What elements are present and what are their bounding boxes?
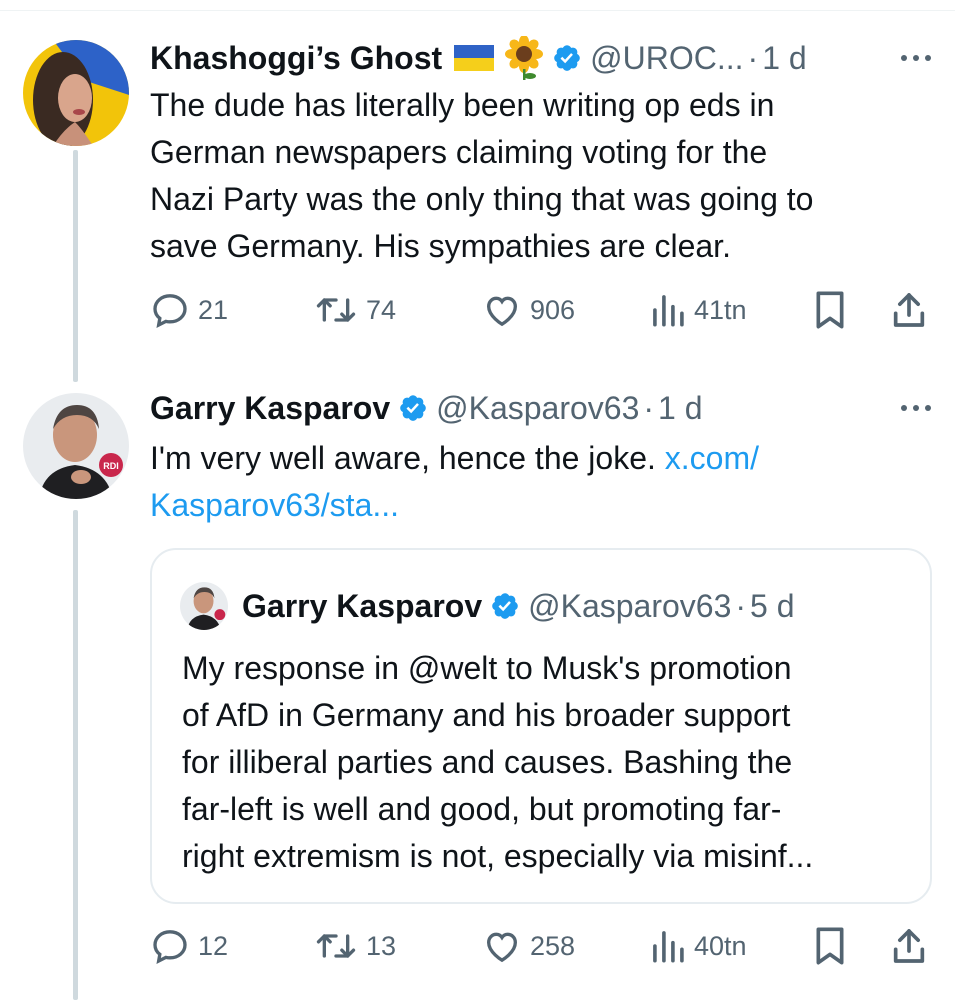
- avatar-badge: RDI: [103, 461, 119, 471]
- repost-icon: [316, 934, 356, 958]
- like-icon: [486, 296, 518, 327]
- timestamp[interactable]: 1 d: [762, 40, 806, 77]
- text-line: My response in @welt to Musk's promotion: [182, 650, 792, 686]
- verified-icon: [490, 591, 520, 621]
- share-button[interactable]: [890, 288, 928, 332]
- text-line: Nazi Party was the only thing that was g…: [150, 181, 814, 217]
- views-count: 41tn: [694, 294, 747, 325]
- repost-button[interactable]: 74: [314, 288, 396, 332]
- thread-line: [73, 510, 78, 1000]
- quote-avatar: [180, 582, 228, 630]
- verified-icon: [552, 43, 582, 73]
- reply-icon: [153, 930, 187, 965]
- quote-tweet-card[interactable]: Garry Kasparov @Kasparov63 · 5 d My resp…: [150, 548, 932, 904]
- more-icon[interactable]: [901, 55, 931, 61]
- like-count: 906: [530, 294, 576, 325]
- reply-count: 12: [198, 930, 229, 961]
- text-line: save Germany. His sympathies are clear.: [150, 228, 731, 264]
- separator-dot: ·: [747, 39, 759, 76]
- author-name[interactable]: Khashoggi’s Ghost: [150, 40, 442, 77]
- like-count: 258: [530, 930, 576, 961]
- repost-count: 13: [366, 930, 397, 961]
- quote-author-handle: @Kasparov63: [528, 587, 732, 624]
- avatar[interactable]: [23, 40, 129, 146]
- tweet-link[interactable]: Kasparov63/sta...: [150, 482, 759, 529]
- author-name[interactable]: Garry Kasparov: [150, 390, 390, 427]
- verified-icon: [398, 393, 428, 423]
- reply-count: 21: [198, 294, 229, 325]
- text-line: right extremism is not, especially via m…: [182, 838, 814, 874]
- reply-icon: [153, 294, 187, 329]
- thread-line: [73, 150, 78, 382]
- quote-author-name: Garry Kasparov: [242, 587, 483, 624]
- author-handle[interactable]: @Kasparov63: [436, 390, 639, 427]
- reply-button[interactable]: 12: [150, 924, 228, 968]
- views-button[interactable]: 40tn: [650, 924, 747, 968]
- views-count: 40tn: [694, 930, 747, 961]
- action-bar: 21 74 906 41tn: [150, 288, 930, 332]
- ukraine-flag-icon: [454, 45, 495, 71]
- views-button[interactable]: 41tn: [650, 288, 747, 332]
- tweet-link[interactable]: x.com/: [665, 440, 759, 476]
- share-icon: [893, 929, 925, 963]
- repost-icon: [316, 298, 356, 322]
- share-icon: [893, 293, 925, 327]
- bookmark-icon: [816, 291, 844, 329]
- tweet-text: I'm very well aware, hence the joke. x.c…: [150, 435, 759, 529]
- separator-dot: ·: [643, 389, 655, 426]
- text-plain: I'm very well aware, hence the joke.: [150, 440, 665, 476]
- tweet-header: Khashoggi’s Ghost @UROC... · 1 d: [150, 36, 807, 80]
- quote-text: My response in @welt to Musk's promotion…: [182, 645, 813, 880]
- bookmark-icon: [816, 927, 844, 965]
- text-line: German newspapers claiming voting for th…: [150, 134, 768, 170]
- bookmark-button[interactable]: [812, 924, 848, 968]
- separator-dot: ·: [735, 587, 747, 624]
- reply-button[interactable]: 21: [150, 288, 228, 332]
- bookmark-button[interactable]: [812, 288, 848, 332]
- text-line: for illiberal parties and causes. Bashin…: [182, 744, 793, 780]
- text-line: far-left is well and good, but promoting…: [182, 791, 782, 827]
- share-button[interactable]: [890, 924, 928, 968]
- avatar[interactable]: RDI: [23, 393, 129, 499]
- author-handle[interactable]: @UROC...: [590, 40, 743, 77]
- text-line: I'm very well aware, hence the joke. x.c…: [150, 435, 759, 482]
- sunflower-icon: [504, 36, 544, 80]
- action-bar: 12 13 258 40tn: [150, 924, 930, 968]
- repost-count: 74: [366, 294, 397, 325]
- like-icon: [486, 932, 518, 963]
- more-icon[interactable]: [901, 405, 931, 411]
- like-button[interactable]: 906: [482, 288, 575, 332]
- text-line: The dude has literally been writing op e…: [150, 87, 775, 123]
- quote-timestamp: 5 d: [750, 587, 795, 624]
- like-button[interactable]: 258: [482, 924, 575, 968]
- timestamp[interactable]: 1 d: [658, 390, 702, 427]
- tweet-text: The dude has literally been writing op e…: [150, 82, 813, 270]
- views-icon: [653, 931, 684, 963]
- quote-header: Garry Kasparov @Kasparov63 · 5 d: [180, 582, 795, 630]
- tweet-header: Garry Kasparov @Kasparov63 · 1 d: [150, 386, 703, 430]
- text-line: of AfD in Germany and his broader suppor…: [182, 697, 791, 733]
- top-divider: [0, 10, 955, 11]
- repost-button[interactable]: 13: [314, 924, 396, 968]
- views-icon: [653, 295, 684, 327]
